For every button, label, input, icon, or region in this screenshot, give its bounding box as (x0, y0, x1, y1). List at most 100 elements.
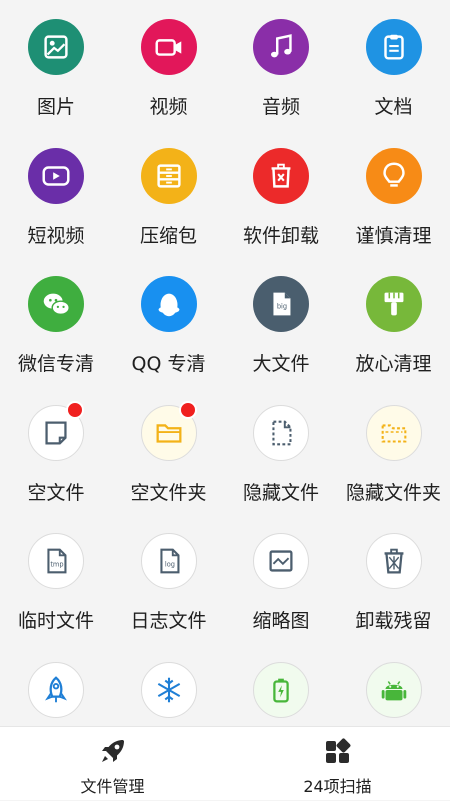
icon-circle (365, 661, 422, 718)
grid-item-thumbnail-image[interactable]: 缩略图 (225, 514, 337, 642)
battery-charging-icon (273, 678, 289, 702)
icon-circle (365, 19, 422, 75)
grid-item-video-camera[interactable]: 视频 (113, 0, 225, 128)
wechat-icon (43, 293, 70, 316)
light-bulb-icon (382, 161, 405, 187)
icon-circle (28, 19, 84, 75)
grid-item-label: 隐藏文件 (242, 481, 319, 504)
grid-item-clipboard-document[interactable]: 文档 (338, 0, 450, 128)
icon-circle (28, 147, 84, 204)
music-note-icon (270, 34, 292, 58)
notification-dot (66, 400, 84, 419)
grid-item-label: 放心清理 (355, 353, 432, 375)
snowflake-icon (157, 677, 180, 702)
grid-item-archive-drawer[interactable]: 压缩包 (113, 129, 225, 257)
image-icon (44, 35, 68, 59)
icon-circle (28, 276, 84, 332)
grid-item-label: 软件卸载 (242, 224, 319, 247)
grid-item-snowflake[interactable] (113, 643, 225, 727)
grid-item-big-file[interactable]: big 大文件 (225, 257, 337, 385)
grid-item-battery-charging[interactable] (225, 643, 337, 727)
grid-item-music-note[interactable]: 音频 (225, 0, 337, 128)
grid-item-label: 短视频 (27, 224, 85, 247)
icon-circle (140, 276, 197, 332)
feature-grid: 图片 视频 音频 文档短视频 压缩包 软件卸载 谨慎清理微信专清 QQ 专清 big 大文件 放心清… (0, 0, 450, 726)
icon-circle (140, 661, 197, 718)
notification-dot (178, 400, 197, 419)
log-file-icon: log (159, 548, 179, 574)
icon-circle: tmp (28, 533, 84, 589)
nav-24-scan[interactable]: 24项扫描 (225, 727, 450, 801)
icon-circle (365, 147, 422, 204)
clipboard-document-icon (383, 34, 404, 60)
icon-circle (253, 404, 309, 461)
file-badge-text: tmp (50, 561, 63, 569)
grid-item-qq-penguin[interactable]: QQ 专清 (113, 257, 225, 385)
grid-item-hidden-file[interactable]: 隐藏文件 (225, 386, 337, 514)
icon-circle: big (253, 276, 309, 332)
nav-file-manager-label: 文件管理 (80, 777, 145, 796)
grid-item-hidden-folder[interactable]: 隐藏文件夹 (338, 386, 450, 514)
grid-item-label: 音频 (261, 96, 300, 118)
nav-24-scan-label: 24项扫描 (303, 777, 372, 796)
icon-circle (253, 147, 309, 204)
file-badge-text: big (277, 303, 287, 311)
grid-item-image[interactable]: 图片 (0, 0, 112, 128)
grid-item-brush[interactable]: 放心清理 (338, 257, 450, 385)
grid-item-label: 大文件 (252, 353, 310, 375)
empty-folder-icon (156, 423, 181, 443)
archive-drawer-icon (156, 163, 181, 188)
grid-item-recycle-bin[interactable]: 卸载残留 (338, 514, 450, 642)
rocket-icon (102, 740, 124, 762)
grid-item-label: QQ 专清 (131, 353, 206, 375)
grid-item-log-file[interactable]: log 日志文件 (113, 514, 225, 642)
grid-item-empty-file[interactable]: 空文件 (0, 386, 112, 514)
grid-item-trash-can[interactable]: 软件卸载 (225, 129, 337, 257)
icon-circle (253, 661, 309, 718)
grid-item-label: 压缩包 (139, 224, 197, 247)
grid-item-label: 空文件夹 (130, 481, 207, 504)
big-file-icon: big (273, 292, 291, 316)
grid-item-empty-folder[interactable]: 空文件夹 (113, 386, 225, 514)
grid-item-play-screen[interactable]: 短视频 (0, 129, 112, 257)
icon-circle (253, 19, 309, 75)
grid-item-label: 视频 (149, 96, 188, 118)
grid-item-label: 缩略图 (252, 610, 310, 632)
play-screen-icon (42, 165, 70, 186)
grid-item-label: 临时文件 (17, 610, 94, 632)
android-icon (381, 680, 406, 700)
grid-item-label: 谨慎清理 (355, 224, 432, 247)
grid-item-label: 日志文件 (130, 610, 207, 632)
file-badge-text: log (164, 561, 174, 569)
grid-item-rocket[interactable] (0, 643, 112, 727)
brush-icon (384, 292, 403, 316)
icon-circle (28, 661, 84, 718)
icon-circle (140, 19, 197, 75)
nav-file-manager[interactable]: 文件管理 (0, 727, 225, 801)
grid-item-android[interactable] (338, 643, 450, 727)
icon-circle (253, 533, 309, 589)
grid-item-wechat[interactable]: 微信专清 (0, 257, 112, 385)
icon-circle (365, 404, 422, 461)
grid-item-light-bulb[interactable]: 谨慎清理 (338, 129, 450, 257)
icon-circle: log (140, 533, 197, 589)
tmp-file-icon: tmp (47, 548, 67, 574)
rocket-icon (45, 675, 67, 702)
grid-item-tmp-file[interactable]: tmp 临时文件 (0, 514, 112, 642)
grid-item-label: 文档 (374, 96, 413, 118)
icon-circle (365, 276, 422, 332)
bottom-navigation: 文件管理 24项扫描 (0, 726, 450, 800)
apps-grid-icon (326, 738, 351, 763)
thumbnail-image-icon (269, 550, 293, 572)
video-camera-icon (154, 39, 181, 56)
trash-can-icon (271, 163, 291, 188)
grid-item-label: 卸载残留 (355, 610, 432, 632)
hidden-file-icon (272, 420, 292, 445)
grid-item-label: 图片 (36, 96, 75, 118)
icon-circle (140, 147, 197, 204)
qq-penguin-icon (158, 293, 179, 317)
hidden-folder-icon (381, 423, 406, 443)
grid-item-label: 微信专清 (17, 353, 94, 375)
grid-item-label: 空文件 (27, 481, 85, 504)
icon-circle (365, 533, 422, 589)
